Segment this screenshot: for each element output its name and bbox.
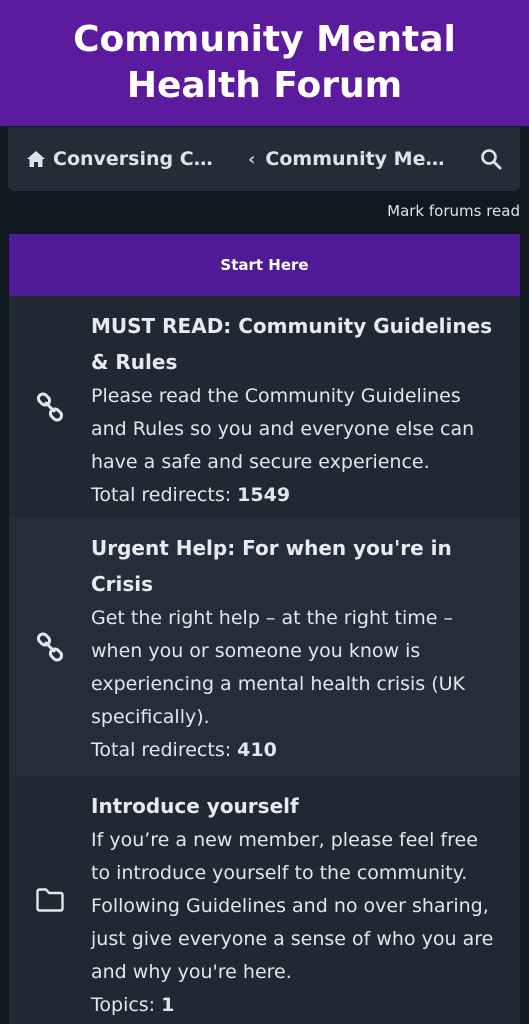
forum-row[interactable]: Introduce yourself If you’re a new membe… — [9, 776, 520, 1024]
forum-stat: Total redirects: 410 — [91, 734, 501, 767]
forum-stat: Total redirects: 1549 — [91, 479, 501, 512]
forum-description: If you’re a new member, please feel free… — [91, 829, 494, 983]
forum-description: Please read the Community Guidelines and… — [91, 385, 475, 473]
site-title: Community Mental Health Forum — [73, 19, 456, 106]
home-icon — [27, 151, 45, 167]
forum-title[interactable]: Urgent Help: For when you're in Crisis — [91, 530, 501, 602]
search-icon[interactable] — [480, 148, 502, 170]
section-header-start-here[interactable]: Start Here — [9, 234, 520, 296]
forum-stat-value: 1 — [161, 994, 175, 1016]
forum-stat-label: Total redirects: — [91, 739, 232, 761]
forum-stat: Topics: 1 — [91, 989, 501, 1022]
forum-stat-value: 1549 — [237, 484, 291, 506]
breadcrumb-home-label: Conversing Ca… — [53, 148, 223, 170]
forum-row[interactable]: Urgent Help: For when you're in Crisis G… — [9, 518, 520, 776]
link-icon — [36, 392, 64, 422]
forum-row[interactable]: MUST READ: Community Guidelines & Rules … — [9, 296, 520, 518]
forum-title[interactable]: MUST READ: Community Guidelines & Rules — [91, 308, 501, 380]
link-icon — [36, 632, 64, 662]
forum-title[interactable]: Introduce yourself — [91, 788, 501, 824]
breadcrumb: Conversing Ca… ‹ Community Ment… — [8, 127, 520, 191]
forum-stat-label: Topics: — [91, 994, 156, 1016]
forum-stat-label: Total redirects: — [91, 484, 232, 506]
site-banner: Community Mental Health Forum — [0, 0, 529, 126]
section-title: Start Here — [220, 256, 309, 274]
mark-forums-read-link[interactable]: Mark forums read — [387, 202, 520, 220]
breadcrumb-home-link[interactable]: Conversing Ca… — [26, 148, 236, 170]
forum-stat-value: 410 — [237, 739, 277, 761]
chevron-left-icon: ‹ — [248, 148, 256, 170]
forum-description: Get the right help – at the right time –… — [91, 607, 465, 728]
folder-icon — [36, 888, 64, 912]
breadcrumb-current-link[interactable]: Community Ment… — [265, 148, 457, 170]
breadcrumb-current-label: Community Ment… — [265, 148, 458, 170]
